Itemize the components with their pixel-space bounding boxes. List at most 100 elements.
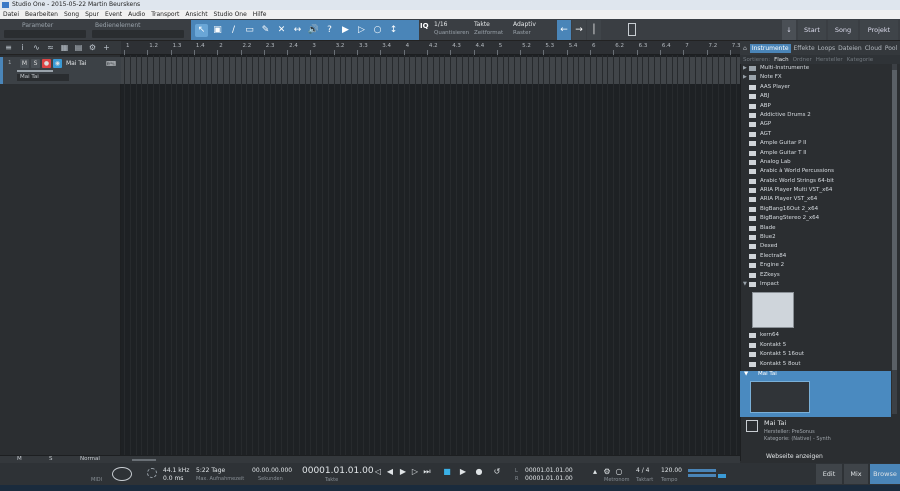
instrument-select[interactable]: Mai Tai [17, 74, 69, 81]
settings-icon[interactable]: ⚙ [87, 43, 98, 52]
metronome-settings-icon[interactable]: ⚙ [602, 467, 612, 477]
bend-tool-icon[interactable]: ↔ [291, 24, 304, 37]
seconds-display[interactable]: 00.00.00.000 [252, 467, 292, 474]
list-item[interactable]: Dexed [742, 242, 892, 251]
list-item[interactable]: Engine 2 [742, 261, 892, 270]
control-field[interactable] [92, 30, 184, 38]
song-button[interactable]: Song [828, 20, 858, 40]
arrow-down-icon[interactable]: ▼ [744, 371, 748, 377]
list-item[interactable]: AAS Player [742, 83, 892, 92]
record-arm-icon[interactable]: ● [42, 59, 51, 68]
track-row[interactable]: 1 M S ● ◉ Mai Tai ⌨ Mai Tai [0, 57, 121, 84]
automation-icon[interactable]: ∿ [31, 43, 42, 52]
menu-datei[interactable]: Datei [3, 10, 19, 19]
list-item[interactable]: EZkeys [742, 271, 892, 280]
list-item[interactable]: Analog Lab [742, 158, 892, 167]
browse-view-button[interactable]: Browse [870, 464, 900, 484]
view-mode[interactable]: Normal [80, 456, 100, 462]
list-item[interactable]: Arabic à World Percussions [742, 167, 892, 176]
project-button[interactable]: Projekt [860, 20, 898, 40]
list-item[interactable]: ▶ Multi-Instrumente [742, 64, 892, 73]
fast-forward-icon[interactable]: ▶ [398, 467, 408, 477]
list-item[interactable]: ▼ Impact [742, 280, 892, 289]
menu-studio-one[interactable]: Studio One [214, 10, 247, 19]
menu-ansicht[interactable]: Ansicht [185, 10, 207, 19]
download-icon[interactable]: ↓ [782, 20, 796, 40]
list-item[interactable]: Kontakt 5 16out [742, 350, 892, 359]
list-icon[interactable]: ≡ [3, 43, 14, 52]
listen-tool-icon[interactable]: 🔊 [307, 24, 320, 37]
envelope-icon[interactable]: ≈ [45, 43, 56, 52]
home-icon[interactable]: ⌂ [743, 45, 747, 52]
metronome-icon[interactable]: ▴ [590, 467, 600, 477]
autoscroll-icon[interactable]: ↕ [387, 24, 400, 37]
position-display[interactable]: 00001.01.01.00 [302, 466, 374, 476]
sort-folder[interactable]: Ordner [793, 57, 812, 63]
footer-mute[interactable]: M [17, 456, 22, 462]
sort-flat[interactable]: Flach [774, 57, 789, 63]
list-item[interactable]: Kontakt 5 8out [742, 360, 892, 369]
volume-slider[interactable] [17, 70, 53, 72]
tempo[interactable]: 120.00 [661, 467, 682, 474]
list-item[interactable]: Electra84 [742, 252, 892, 261]
add-track-icon[interactable]: + [101, 43, 112, 52]
zoom-icon[interactable]: ○ [371, 24, 384, 37]
expand-arrow-icon[interactable]: ▼ [743, 280, 747, 289]
solo-button[interactable]: S [31, 59, 40, 68]
rewind-icon[interactable]: ◀ [385, 467, 395, 477]
start-button[interactable]: Start [798, 20, 826, 40]
sort-maker[interactable]: Hersteller [816, 57, 843, 63]
list-item[interactable]: Arabic World Strings 64-bit [742, 177, 892, 186]
menu-bearbeiten[interactable]: Bearbeiten [25, 10, 58, 19]
menu-audio[interactable]: Audio [128, 10, 145, 19]
list-item[interactable]: kern64 [742, 331, 892, 340]
stop-icon[interactable]: ■ [442, 467, 452, 477]
paint-tool-icon[interactable]: ✎ [259, 24, 272, 37]
range-tool-icon[interactable]: ▣ [211, 24, 224, 37]
inspector-icon[interactable]: i [17, 43, 28, 52]
horizontal-scroll[interactable] [132, 459, 156, 461]
loop-icon[interactable]: ◁ [373, 467, 383, 477]
play-icon[interactable]: ▶ [458, 467, 468, 477]
list-item[interactable]: ARIA Player VST_x64 [742, 195, 892, 204]
list-item[interactable]: Blue2 [742, 233, 892, 242]
list-item[interactable]: AGP [742, 120, 892, 129]
edit-view-button[interactable]: Edit [816, 464, 842, 484]
snap-mode-icon[interactable]: → [572, 20, 586, 40]
marker-icon[interactable]: │ [587, 20, 601, 40]
list-item[interactable]: Blade [742, 224, 892, 233]
folder-icon[interactable]: ▤ [73, 43, 84, 52]
follow-icon[interactable]: ▶ [339, 24, 352, 37]
monitor-icon[interactable]: ◉ [53, 59, 62, 68]
iq-button[interactable]: IQ [420, 22, 429, 30]
list-item[interactable]: ▶ Note FX [742, 73, 892, 82]
mute-button[interactable]: M [20, 59, 29, 68]
time-signature[interactable]: 4 / 4 [636, 467, 649, 474]
tab-cloud[interactable]: Cloud [865, 45, 882, 52]
tab-pool[interactable]: Pool [885, 45, 897, 52]
list-item[interactable]: BigBang16Out 2_x64 [742, 205, 892, 214]
tab-instruments[interactable]: Instrumente [749, 43, 791, 53]
loop-toggle-icon[interactable]: ↺ [492, 467, 502, 477]
snap-toggle-icon[interactable]: ← [557, 20, 571, 40]
list-item[interactable]: ABJ [742, 92, 892, 101]
timeline-ruler[interactable]: 1 1.2 1.3 1.4 2 2.2 2.3 2.4 3 3.2 3.3 3.4 4 4.2 4.3 4.4… [121, 41, 741, 55]
mute-tool-icon[interactable]: ✕ [275, 24, 288, 37]
arrow-tool-icon[interactable]: ↖ [195, 23, 208, 37]
footer-solo[interactable]: S [49, 456, 53, 462]
eraser-tool-icon[interactable]: ▭ [243, 24, 256, 37]
scroll-icon[interactable]: ▷ [355, 24, 368, 37]
tab-loops[interactable]: Loops [818, 45, 836, 52]
list-item[interactable]: ABP [742, 102, 892, 111]
list-item[interactable]: Addictive Drums 2 [742, 111, 892, 120]
precount-icon[interactable]: ○ [614, 467, 624, 477]
menu-spur[interactable]: Spur [85, 10, 99, 19]
list-item[interactable]: ARIA Player Multi VST_x64 [742, 186, 892, 195]
menu-transport[interactable]: Transport [151, 10, 179, 19]
help-icon[interactable]: ? [323, 24, 336, 37]
scrollbar-thumb[interactable] [892, 70, 897, 370]
quantize-value[interactable]: 1/16 [434, 21, 447, 28]
list-item[interactable]: Kontakt 5 [742, 341, 892, 350]
split-tool-icon[interactable]: ∕ [227, 24, 240, 37]
to-end-icon[interactable]: ⏭ [422, 467, 432, 477]
